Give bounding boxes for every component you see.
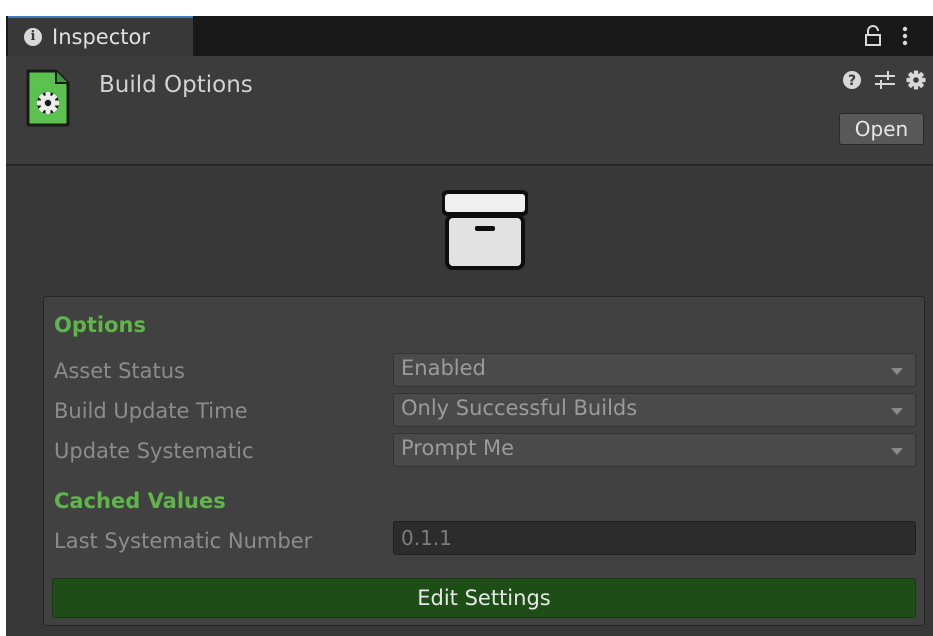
presets-icon[interactable]	[874, 70, 896, 90]
cached-values-section-label: Cached Values	[54, 489, 226, 513]
dropdown-arrow-icon	[891, 368, 903, 375]
tab-bar: i Inspector	[6, 16, 933, 56]
last-systematic-number-field: 0.1.1	[393, 521, 916, 555]
settings-asset-icon	[26, 69, 70, 127]
options-section-label: Options	[54, 313, 146, 337]
inspector-header: Build Options ? Open	[6, 56, 933, 166]
update-systematic-value: Prompt Me	[401, 436, 515, 460]
asset-status-label: Asset Status	[54, 359, 185, 383]
dropdown-arrow-icon	[891, 408, 903, 415]
asset-title: Build Options	[99, 72, 253, 98]
tab-label: Inspector	[52, 25, 150, 49]
build-update-time-dropdown[interactable]: Only Successful Builds	[393, 393, 916, 427]
asset-status-value: Enabled	[401, 356, 486, 380]
lock-icon[interactable]	[864, 25, 882, 47]
help-icon[interactable]: ?	[842, 70, 862, 90]
svg-text:?: ?	[848, 73, 856, 89]
archive-box-icon	[442, 190, 528, 270]
build-update-time-label: Build Update Time	[54, 399, 248, 423]
build-update-time-value: Only Successful Builds	[401, 396, 638, 420]
inspector-window: i Inspector Build Options ? Open Options…	[6, 16, 933, 636]
info-icon: i	[24, 28, 42, 46]
build-options-panel: Options Asset Status Enabled Build Updat…	[43, 296, 925, 626]
open-button[interactable]: Open	[839, 113, 924, 145]
dropdown-arrow-icon	[891, 448, 903, 455]
update-systematic-label: Update Systematic	[54, 439, 254, 463]
kebab-menu-icon[interactable]	[902, 26, 908, 46]
last-systematic-number-value: 0.1.1	[401, 526, 452, 550]
tab-inspector[interactable]: i Inspector	[8, 16, 193, 56]
asset-status-dropdown[interactable]: Enabled	[393, 353, 916, 387]
gear-icon[interactable]	[906, 70, 926, 90]
edit-settings-button[interactable]: Edit Settings	[52, 578, 916, 618]
last-systematic-number-label: Last Systematic Number	[54, 529, 313, 553]
update-systematic-dropdown[interactable]: Prompt Me	[393, 433, 916, 467]
